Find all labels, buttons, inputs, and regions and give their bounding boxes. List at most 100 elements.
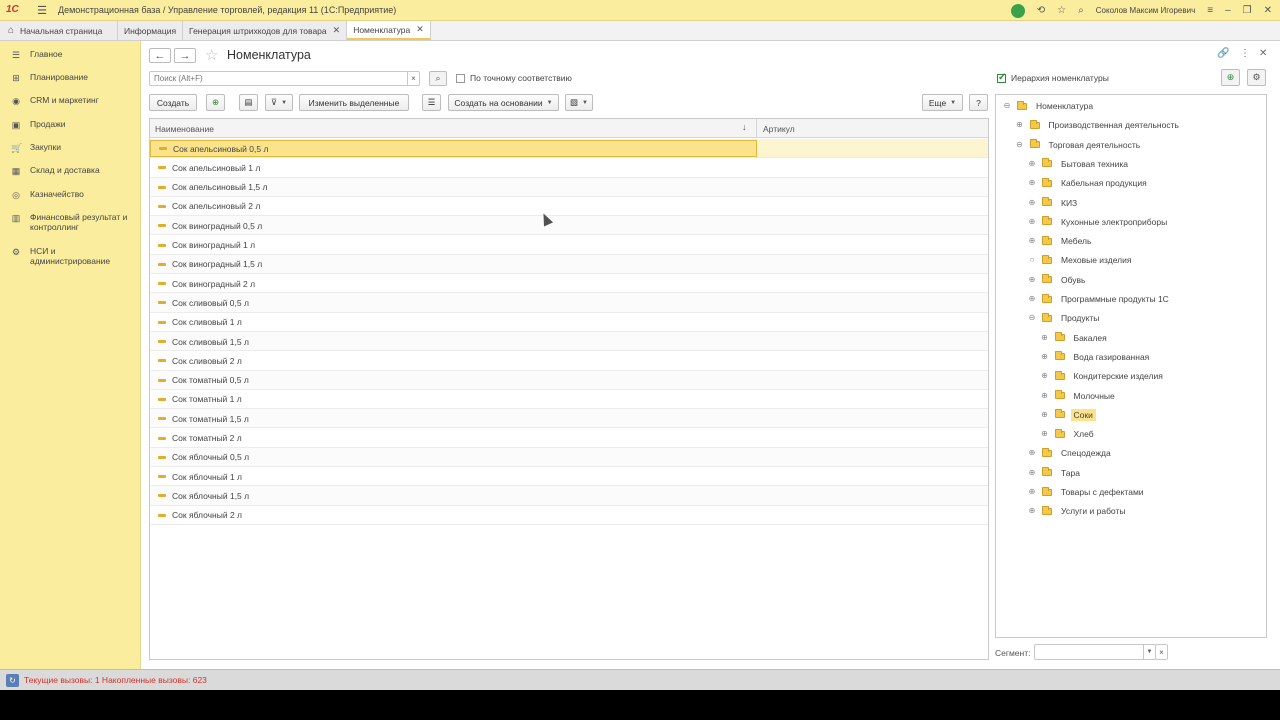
tree-node[interactable]: ⊕ Кондитерские изделия (1041, 369, 1166, 383)
table-row[interactable]: Сок томатный 2 л (150, 429, 988, 448)
table-row[interactable]: Сок томатный 1 л (150, 390, 988, 410)
print-button[interactable]: ☰ (422, 94, 441, 111)
tree-node[interactable]: ⊕ КИЗ (1028, 196, 1080, 210)
minimize-icon[interactable]: – (1225, 5, 1231, 16)
tree-toggle-icon[interactable]: ⊕ (1016, 121, 1024, 129)
search-clear-button[interactable]: × (407, 72, 419, 85)
table-row[interactable]: Сок виноградный 1,5 л (150, 254, 988, 275)
tree-toggle-icon[interactable]: ⊕ (1028, 449, 1036, 457)
favorite-star-icon[interactable]: ☆ (205, 46, 218, 64)
cell-name[interactable]: Сок яблочный 1,5 л (150, 487, 757, 504)
tree-node[interactable]: ⊕ Программные продукты 1С (1028, 292, 1172, 306)
cell-name[interactable]: Сок сливовый 1,5 л (150, 333, 757, 350)
back-button[interactable]: ← (149, 48, 171, 63)
nomenclature-table[interactable]: Наименование ↓ Артикул Сок апельсиновый … (149, 118, 989, 660)
tree-toggle-icon[interactable]: ⊕ (1028, 159, 1036, 168)
tree-node[interactable]: ⊕ Бакалея (1041, 331, 1110, 345)
table-row[interactable]: Сок виноградный 0,5 л (150, 216, 988, 236)
table-row[interactable]: Сок виноградный 1 л (150, 236, 988, 255)
tree-toggle-icon[interactable]: ⊖ (1028, 314, 1036, 322)
cell-name[interactable]: Сок виноградный 0,5 л (150, 217, 757, 234)
sidebar-item-treasury[interactable]: ◎ Казначейство (0, 189, 141, 200)
cell-name[interactable]: Сок апельсиновый 2 л (150, 198, 757, 215)
tree-node[interactable]: ⊕ Кабельная продукция (1028, 176, 1150, 190)
tree-node[interactable]: ⊖ Номенклатура (1003, 99, 1096, 113)
tree-node[interactable]: ⊕ Молочные (1041, 389, 1118, 403)
hierarchy-tree[interactable]: ⊖ Номенклатура ⊕ Производственная деятельно… (995, 94, 1267, 638)
cell-name[interactable]: Сок виноградный 1 л (150, 237, 757, 254)
create-based-on-button[interactable]: Создать на основании ▼ (448, 94, 559, 111)
tree-node[interactable]: ⊖ Продукты (1028, 311, 1102, 325)
search-icon[interactable]: ⌕ (1078, 5, 1084, 16)
table-row[interactable]: Сок яблочный 1,5 л (150, 486, 988, 506)
column-header-article[interactable]: Артикул (763, 124, 795, 134)
table-row[interactable]: Сок яблочный 0,5 л (150, 447, 988, 468)
table-row[interactable]: Сок томатный 1,5 л (150, 409, 988, 429)
column-header-name[interactable]: Наименование (155, 124, 214, 134)
close-window-icon[interactable]: ✕ (1264, 5, 1272, 16)
tree-node[interactable]: ⊖ Торговая деятельность (1016, 138, 1144, 152)
tree-node[interactable]: ⊕ Хлеб (1041, 427, 1097, 441)
tree-toggle-icon[interactable]: ⊕ (1041, 410, 1049, 419)
sidebar-item-warehouse[interactable]: ▦ Склад и доставка (0, 165, 141, 176)
tree-node[interactable]: ⊕ Спецодежда (1028, 446, 1114, 460)
tab-nomenclature[interactable]: Номенклатура ✕ (347, 21, 431, 40)
exact-match-checkbox[interactable]: По точному соответствию (456, 73, 572, 83)
segment-input[interactable]: ▼ (1034, 644, 1156, 660)
tree-node[interactable]: ⊕ Обувь (1028, 273, 1089, 287)
history-icon[interactable]: ⟲ (1037, 5, 1045, 16)
filter-button[interactable]: ⊽ ▼ (265, 94, 293, 111)
hierarchy-settings-button[interactable]: ⚙ (1247, 69, 1266, 86)
hierarchy-checkbox[interactable]: Иерархия номенклатуры (997, 72, 1109, 83)
cell-name[interactable]: Сок яблочный 0,5 л (150, 449, 757, 466)
sidebar-item-crm[interactable]: ◉ CRM и маркетинг (0, 95, 141, 106)
close-icon[interactable]: ✕ (333, 25, 341, 36)
tab-information[interactable]: Информация (118, 21, 184, 40)
cell-name[interactable]: Сок сливовый 1 л (150, 314, 757, 331)
table-row[interactable]: Сок виноградный 2 л (150, 274, 988, 294)
tree-toggle-icon[interactable]: ⊕ (1028, 237, 1036, 245)
checkbox-box[interactable] (997, 72, 1006, 83)
tree-toggle-icon[interactable]: ⊕ (1028, 198, 1036, 207)
sidebar-item-finance[interactable]: ▥ Финансовый результат и контроллинг (0, 212, 141, 232)
cell-name[interactable]: Сок сливовый 0,5 л (150, 294, 757, 311)
cell-name[interactable]: Сок виноградный 2 л (150, 275, 757, 292)
close-form-icon[interactable]: ✕ (1259, 48, 1267, 59)
restore-icon[interactable]: ❐ (1243, 5, 1252, 16)
table-row[interactable]: Сок сливовый 2 л (150, 351, 988, 371)
tree-node[interactable]: ⊕ Тара (1028, 466, 1083, 480)
more-button[interactable]: Еще ▼ (922, 94, 963, 111)
tree-node[interactable]: ⊕ Производственная деятельность (1016, 118, 1182, 132)
cell-name[interactable]: Сок апельсиновый 0,5 л (150, 140, 757, 157)
table-row[interactable]: Сок апельсиновый 1,5 л (150, 177, 988, 197)
segment-clear-button[interactable]: × (1155, 644, 1168, 660)
tree-toggle-icon[interactable]: ⊕ (1041, 391, 1049, 400)
performance-icon[interactable]: ↻ (6, 673, 19, 687)
tree-toggle-icon[interactable]: ⊕ (1041, 372, 1049, 380)
table-row[interactable]: Сок яблочный 1 л (150, 467, 988, 487)
tree-toggle-icon[interactable]: ⊕ (1028, 295, 1036, 303)
cell-name[interactable]: Сок виноградный 1,5 л (150, 256, 757, 273)
tree-toggle-icon[interactable]: ⊕ (1028, 468, 1036, 477)
tree-node[interactable]: ⊕ Вода газированная (1041, 350, 1153, 364)
tree-toggle-icon[interactable]: ○ (1028, 256, 1036, 264)
table-row[interactable]: Сок апельсиновый 1 л (150, 158, 988, 178)
user-status-icon[interactable] (1010, 3, 1025, 18)
tree-toggle-icon[interactable]: ⊕ (1041, 333, 1049, 342)
tree-toggle-icon[interactable]: ⊖ (1016, 140, 1024, 149)
cell-name[interactable]: Сок томатный 0,5 л (150, 372, 757, 389)
tree-node[interactable]: ⊕ Товары с дефектами (1028, 485, 1147, 499)
search-input[interactable] (150, 72, 400, 85)
edit-selected-button[interactable]: Изменить выделенные (299, 94, 409, 111)
tab-barcode-generation[interactable]: Генерация штрихкодов для товара ✕ (183, 21, 348, 40)
close-icon[interactable]: ✕ (416, 24, 424, 35)
table-row[interactable]: Сок сливовый 1 л (150, 313, 988, 332)
table-row[interactable]: Сок сливовый 1,5 л (150, 332, 988, 352)
tree-node[interactable]: ⊕ Соки (1041, 408, 1096, 422)
create-group-hierarchy-button[interactable]: ⊕ (1221, 69, 1240, 86)
search-button[interactable]: ⌕ (429, 71, 447, 86)
sidebar-item-sales[interactable]: ▣ Продажи (0, 119, 141, 130)
cell-name[interactable]: Сок апельсиновый 1 л (150, 159, 757, 176)
cell-name[interactable]: Сок сливовый 2 л (150, 352, 757, 369)
sidebar-item-main[interactable]: ☰ Главное (0, 49, 141, 60)
